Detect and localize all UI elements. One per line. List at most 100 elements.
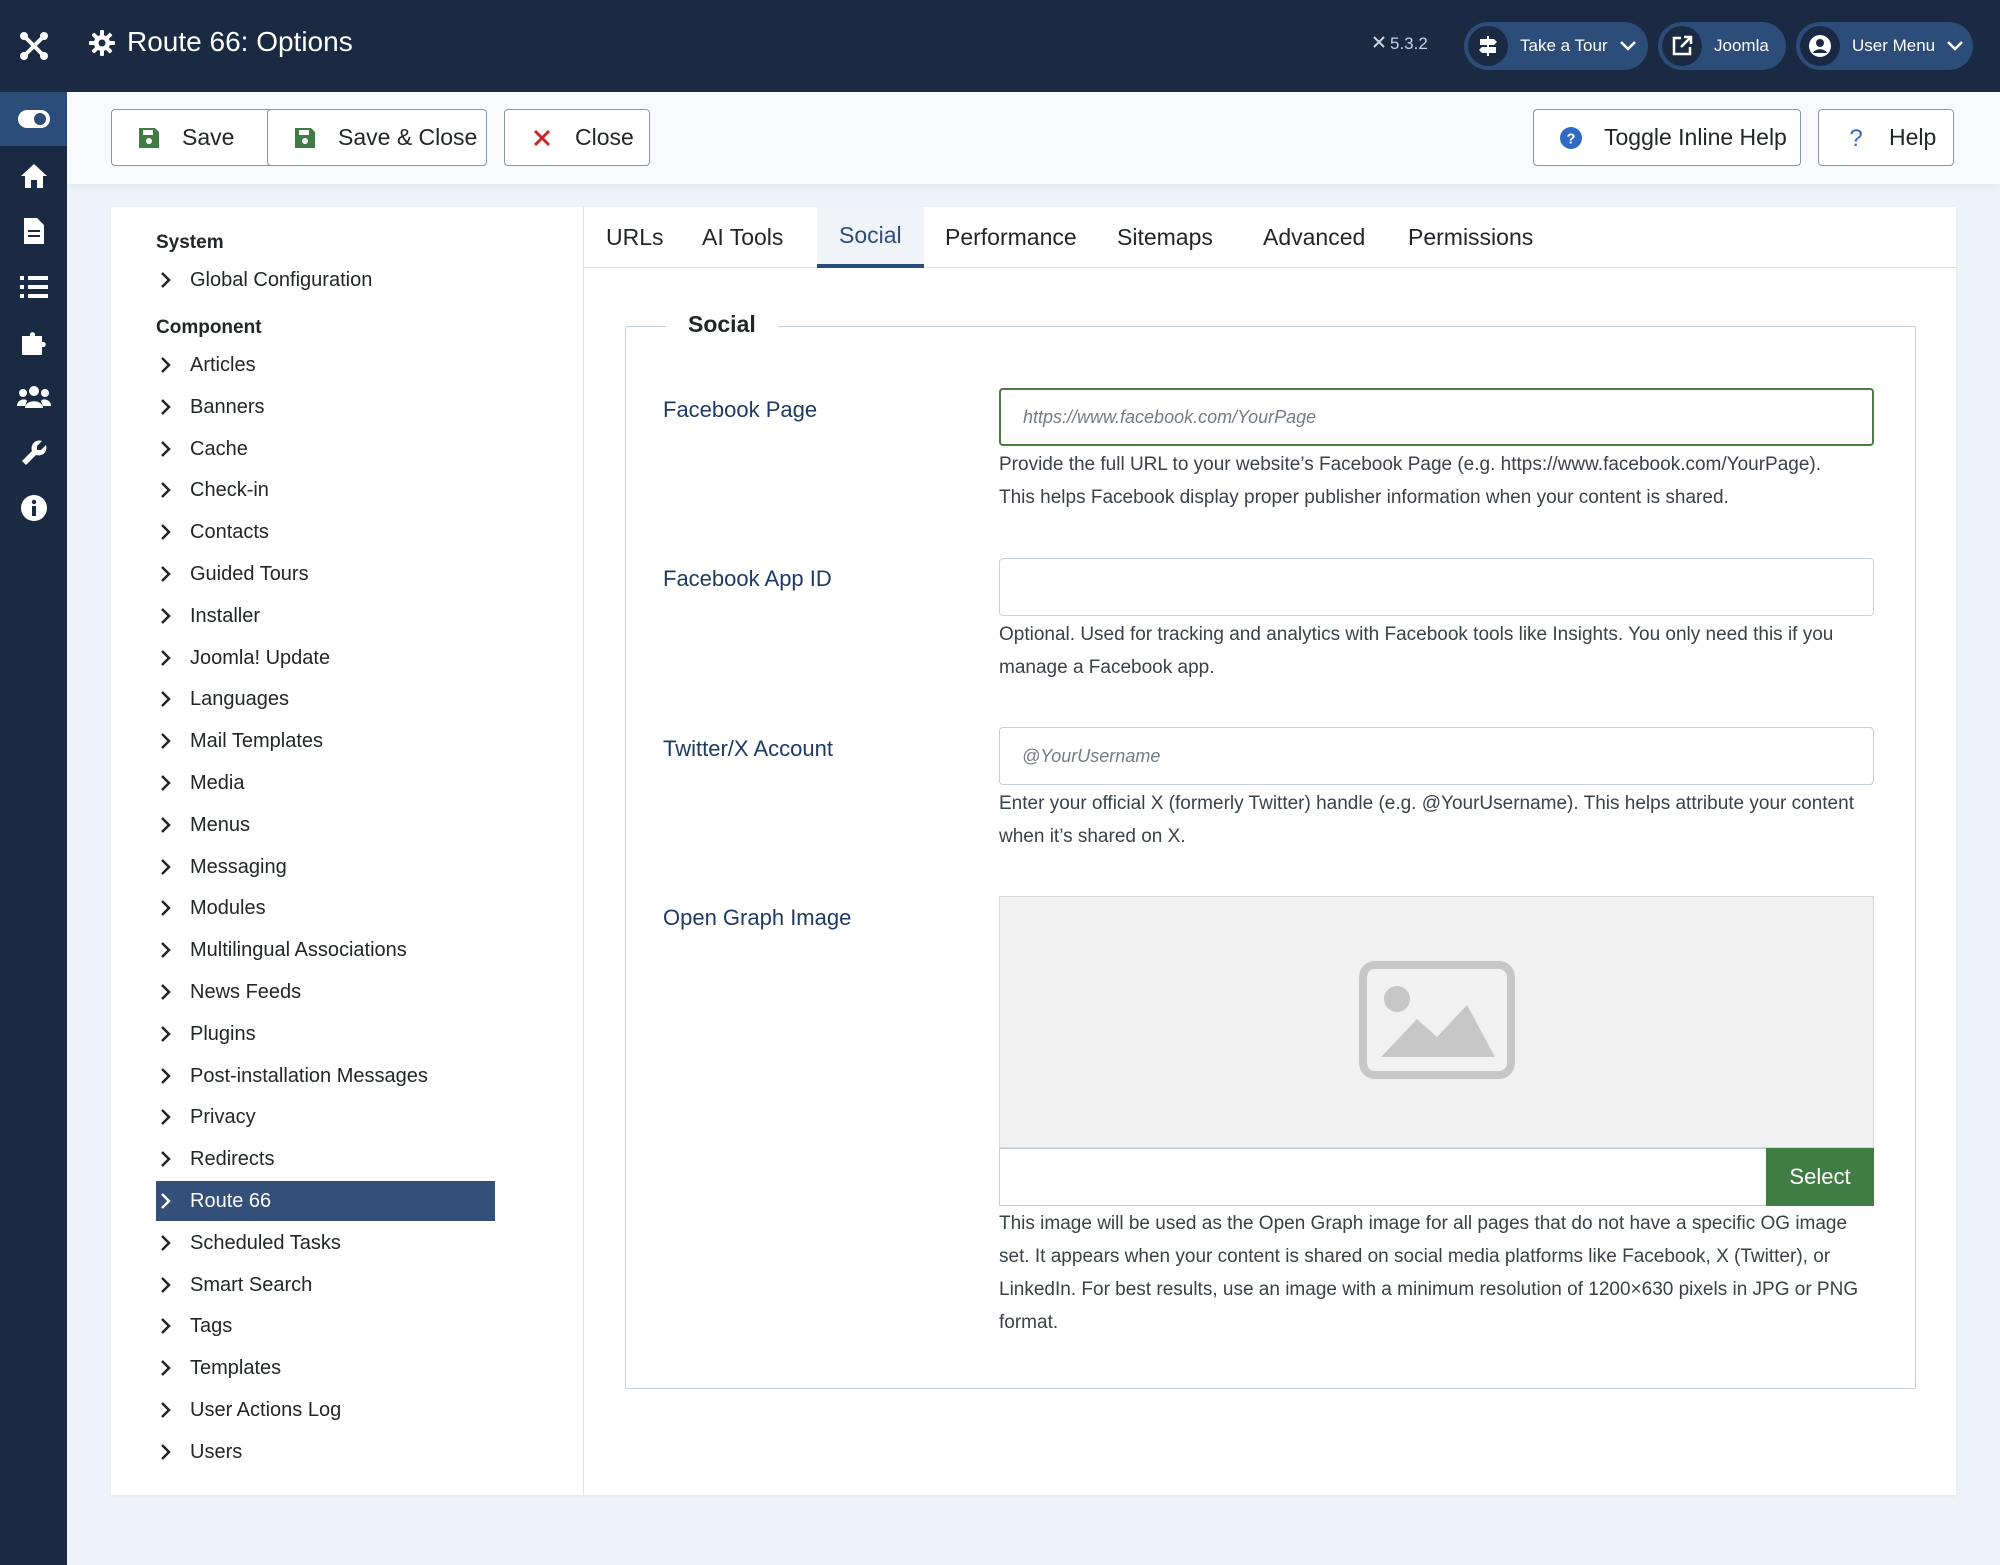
chevron-right-icon [160,398,180,416]
toggle-menu-icon[interactable] [0,92,67,146]
joomla-site-link[interactable]: Joomla [1658,22,1786,70]
description-line: format. [999,1312,1059,1333]
tab-permissions[interactable]: Permissions [1386,207,1555,268]
sidebar-item-label: Installer [190,604,261,627]
help-button[interactable]: ? Help [1818,109,1954,166]
user-circle-icon [1800,26,1840,66]
info-icon[interactable] [0,488,67,528]
close-label: Close [575,124,634,150]
sidebar-item-check-in[interactable]: Check-in [156,470,495,510]
twitter-account-description: Enter your official X (formerly Twitter)… [999,787,1879,853]
chevron-right-icon [160,1025,180,1043]
sidebar-item-label: Templates [190,1356,282,1379]
sidebar-item-multilingual-associations[interactable]: Multilingual Associations [156,930,495,970]
sidebar-item-global-configuration[interactable]: Global Configuration [156,260,495,300]
sidebar-item-articles[interactable]: Articles [156,345,495,385]
sidebar-item-label: Check-in [190,478,269,501]
user-menu-label: User Menu [1852,36,1936,55]
og-image-path-field[interactable]: Select [999,1148,1874,1206]
chevron-right-icon [160,1150,180,1168]
chevron-right-icon [160,1443,180,1461]
sidebar-item-cache[interactable]: Cache [156,429,495,469]
sidebar-item-label: Privacy [190,1105,256,1128]
tab-social[interactable]: Social [817,207,924,268]
puzzle-icon[interactable] [0,322,67,362]
sidebar-item-guided-tours[interactable]: Guided Tours [156,554,495,594]
facebook-app-id-input[interactable] [999,558,1874,616]
sidebar-item-label: Multilingual Associations [190,938,407,961]
sidebar-item-modules[interactable]: Modules [156,888,495,928]
sidebar-item-news-feeds[interactable]: News Feeds [156,972,495,1012]
fieldset-legend: Social [666,311,778,338]
sidebar-item-joomla-update[interactable]: Joomla! Update [156,638,495,678]
sidebar-item-label: Cache [190,437,248,460]
og-image-description: This image will be used as the Open Grap… [999,1207,1879,1339]
chevron-right-icon [160,1359,180,1377]
version-number: 5.3.2 [1390,34,1428,53]
sidebar-item-label: Languages [190,687,289,710]
sidebar-item-label: Mail Templates [190,729,324,752]
take-tour-button[interactable]: Take a Tour [1464,22,1648,70]
chevron-right-icon [160,732,180,750]
svg-text:?: ? [1567,131,1576,147]
save-icon [294,127,316,149]
sidebar-item-redirects[interactable]: Redirects [156,1139,495,1179]
sidebar-item-languages[interactable]: Languages [156,679,495,719]
facebook-page-input[interactable]: https://www.facebook.com/YourPage [999,388,1874,446]
users-icon[interactable] [0,377,67,417]
file-icon[interactable] [0,211,67,251]
save-close-label: Save & Close [338,124,478,150]
sidebar-item-mail-templates[interactable]: Mail Templates [156,721,495,761]
external-link-icon [1662,26,1702,66]
save-close-button[interactable]: Save & Close [267,109,487,166]
description-line: This image will be used as the Open Grap… [999,1213,1848,1234]
toggle-inline-help-button[interactable]: ? Toggle Inline Help [1533,109,1801,166]
sidebar-item-users[interactable]: Users [156,1432,495,1472]
twitter-account-label: Twitter/X Account [663,736,833,761]
sidebar-item-banners[interactable]: Banners [156,387,495,427]
sidebar-item-plugins[interactable]: Plugins [156,1014,495,1054]
sidebar-item-contacts[interactable]: Contacts [156,512,495,552]
chevron-right-icon [160,1317,180,1335]
description-line: LinkedIn. For best results, use an image… [999,1279,1859,1300]
og-image-preview[interactable] [999,896,1874,1148]
sidebar-item-user-actions-log[interactable]: User Actions Log [156,1390,495,1430]
sidebar-item-messaging[interactable]: Messaging [156,847,495,887]
sidebar-item-templates[interactable]: Templates [156,1348,495,1388]
sidebar-item-scheduled-tasks[interactable]: Scheduled Tasks [156,1223,495,1263]
sidebar-item-label: News Feeds [190,980,302,1003]
chevron-right-icon [160,481,180,499]
sidebar-item-privacy[interactable]: Privacy [156,1097,495,1137]
question-icon: ? [1845,126,1867,150]
chevron-right-icon [160,858,180,876]
select-image-button[interactable]: Select [1766,1148,1874,1206]
tab-urls[interactable]: URLs [584,207,686,268]
sidebar-item-smart-search[interactable]: Smart Search [156,1265,495,1305]
list-icon[interactable] [0,267,67,307]
tab-performance[interactable]: Performance [923,207,1099,268]
tab-advanced[interactable]: Advanced [1241,207,1387,268]
gear-icon [89,30,115,61]
home-icon[interactable] [0,156,67,196]
sidebar-item-label: Messaging [190,855,287,878]
sidebar-item-post-installation-messages[interactable]: Post-installation Messages [156,1056,495,1096]
sidebar-item-installer[interactable]: Installer [156,596,495,636]
save-button[interactable]: Save [111,109,289,166]
sidebar-item-media[interactable]: Media [156,763,495,803]
facebook-app-id-label: Facebook App ID [663,566,832,591]
sidebar-item-label: Banners [190,395,265,418]
sidebar-item-tags[interactable]: Tags [156,1306,495,1346]
sidebar-item-menus[interactable]: Menus [156,805,495,845]
tab-ai-tools[interactable]: AI Tools [680,207,805,268]
wrench-icon[interactable] [0,433,67,473]
facebook-page-label: Facebook Page [663,397,818,422]
description-line: Enter your official X (formerly Twitter)… [999,793,1854,814]
joomla-logo-icon[interactable] [0,0,67,92]
tab-sitemaps[interactable]: Sitemaps [1095,207,1235,268]
signpost-icon [1468,26,1508,66]
user-menu-button[interactable]: User Menu [1796,22,1973,70]
sidebar-item-route-66[interactable]: Route 66 [156,1181,495,1221]
chevron-right-icon [160,899,180,917]
twitter-account-input[interactable]: @YourUsername [999,727,1874,785]
close-button[interactable]: Close [504,109,650,166]
